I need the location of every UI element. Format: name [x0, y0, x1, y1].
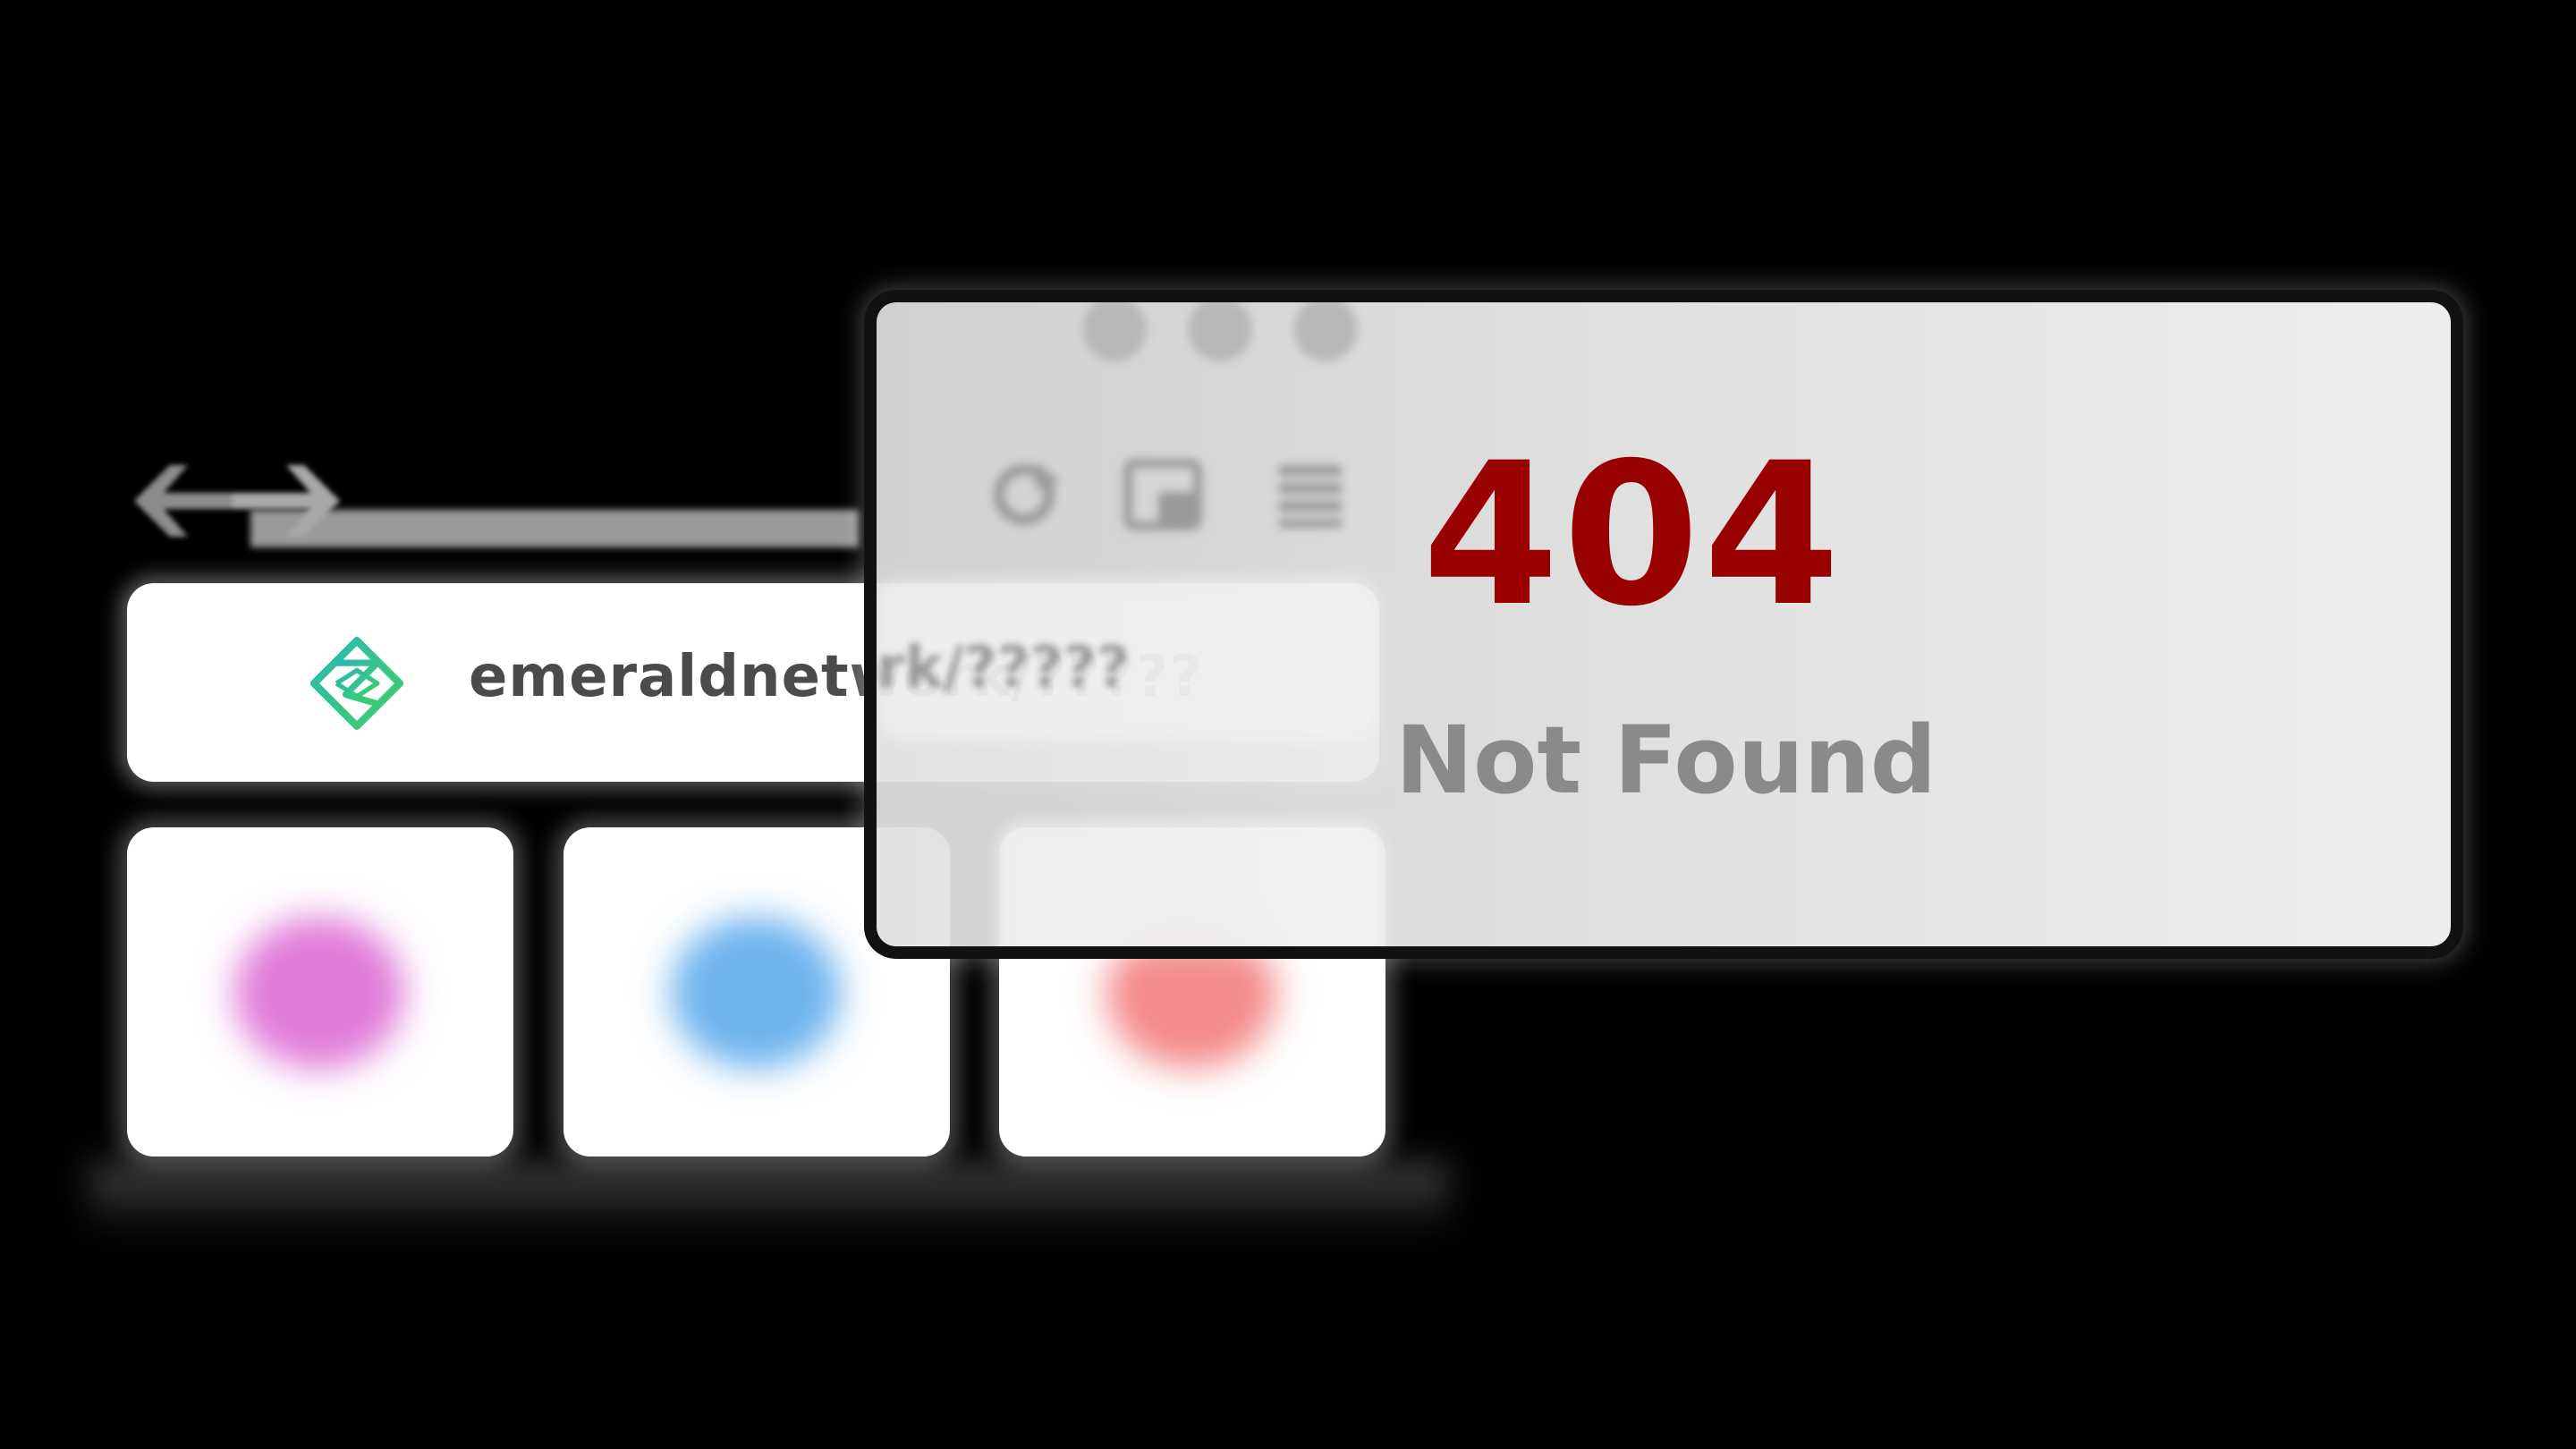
- arrow-right-icon[interactable]: [233, 465, 340, 537]
- reload-icon[interactable]: [984, 454, 1064, 535]
- emerald-network-logo-icon: [310, 637, 403, 730]
- ghost-tile: [997, 821, 1382, 946]
- tile-blob-pink: [234, 917, 404, 1069]
- window-controls: [1082, 302, 1399, 365]
- stage: emeraldnetwork/????? rk/????? 404 Not Fo…: [0, 0, 2576, 1449]
- menu-icon[interactable]: [1270, 454, 1351, 535]
- close-dot[interactable]: [1082, 302, 1147, 361]
- error-message: Not Found: [1395, 706, 1937, 815]
- window-icon[interactable]: [1123, 454, 1203, 535]
- arrow-left-icon[interactable]: [134, 465, 246, 537]
- tile-blob-blue: [671, 917, 841, 1069]
- minimize-dot[interactable]: [1188, 302, 1252, 361]
- nav-arrows: [134, 465, 340, 537]
- ghost-url-tail: rk/?????: [877, 635, 1131, 701]
- maximize-dot[interactable]: [1293, 302, 1358, 361]
- nav-bar-strip: [250, 510, 859, 547]
- bottom-haze: [89, 1163, 1449, 1234]
- error-code: 404: [1422, 420, 1844, 649]
- error-window: rk/????? 404 Not Found: [877, 302, 2451, 946]
- content-tile-1[interactable]: [127, 827, 513, 1157]
